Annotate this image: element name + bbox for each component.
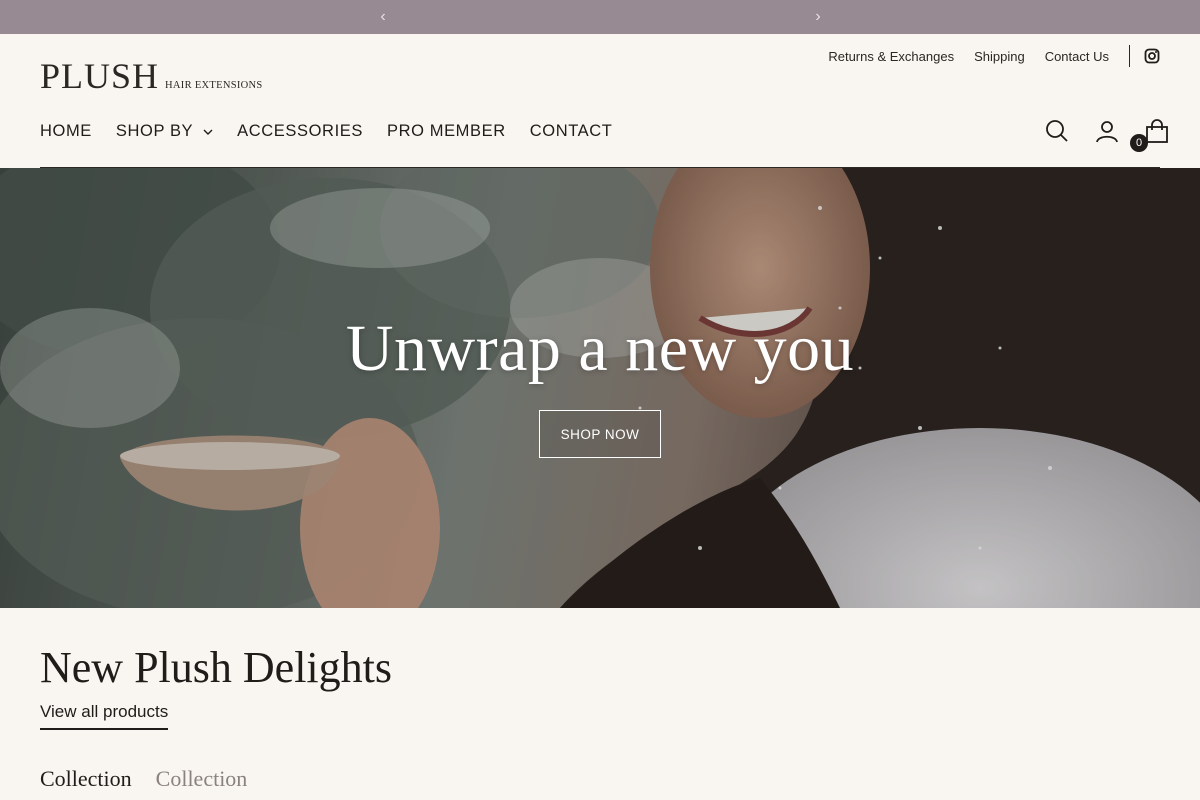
utility-divider [1129, 45, 1130, 67]
tab-collection-2[interactable]: Collection [156, 766, 248, 792]
nav-contact[interactable]: CONTACT [530, 122, 613, 141]
nav-pro-member-label: PRO MEMBER [386, 122, 506, 140]
tab-collection-1[interactable]: Collection [40, 766, 132, 792]
nav-accessories[interactable]: ACCESSORIES [237, 122, 363, 141]
search-button[interactable] [1044, 118, 1070, 144]
brand-tagline: HAIR EXTENSIONS [165, 80, 263, 91]
nav-accessories-label: ACCESSORIES [237, 122, 363, 140]
brand-name: PLUSH [40, 56, 160, 96]
hero-overlay [0, 168, 1200, 608]
shop-now-button[interactable]: SHOP NOW [539, 410, 661, 458]
announcement-next-button[interactable]: › [806, 0, 830, 34]
contact-us-link[interactable]: Contact Us [1045, 49, 1109, 64]
nav-pro-member[interactable]: PRO MEMBER [387, 122, 506, 141]
nav-contact-label: CONTACT [529, 122, 613, 140]
collection-tabs: Collection Collection [40, 766, 271, 792]
announcement-bar: ‹ › [0, 0, 1200, 34]
chevron-down-icon [203, 129, 213, 135]
utility-links: Returns & Exchanges Shipping Contact Us [808, 44, 1160, 68]
view-all-products-link[interactable]: View all products [40, 702, 169, 730]
nav-shop-by[interactable]: SHOP BY [116, 122, 213, 141]
nav-home-label: HOME [40, 122, 92, 140]
hero-banner: Unwrap a new you SHOP NOW [0, 168, 1200, 608]
nav-home[interactable]: HOME [40, 122, 92, 141]
chevron-right-icon: › [815, 8, 821, 25]
nav-shop-by-label: SHOP BY [115, 122, 194, 140]
section-title: New Plush Delights [40, 643, 392, 692]
header-actions: 0 [1020, 118, 1170, 152]
shipping-link[interactable]: Shipping [974, 49, 1025, 64]
chevron-left-icon: ‹ [380, 8, 386, 25]
cart-button[interactable]: 0 [1130, 118, 1170, 152]
brand-logo[interactable]: PLUSH HAIR EXTENSIONS [40, 58, 263, 94]
account-icon [1096, 121, 1118, 143]
announcement-prev-button[interactable]: ‹ [371, 0, 395, 34]
instagram-icon[interactable] [1144, 48, 1160, 64]
search-icon [1046, 120, 1068, 142]
returns-exchanges-link[interactable]: Returns & Exchanges [828, 49, 954, 64]
main-nav: HOME SHOP BY ACCESSORIES PRO MEMBER CONT… [40, 122, 636, 141]
cart-count-badge: 0 [1130, 134, 1148, 152]
shopping-bag-icon [1146, 119, 1168, 143]
site-header: PLUSH HAIR EXTENSIONS Returns & Exchange… [0, 34, 1200, 168]
hero-title: Unwrap a new you [345, 312, 855, 385]
account-button[interactable] [1094, 118, 1120, 144]
